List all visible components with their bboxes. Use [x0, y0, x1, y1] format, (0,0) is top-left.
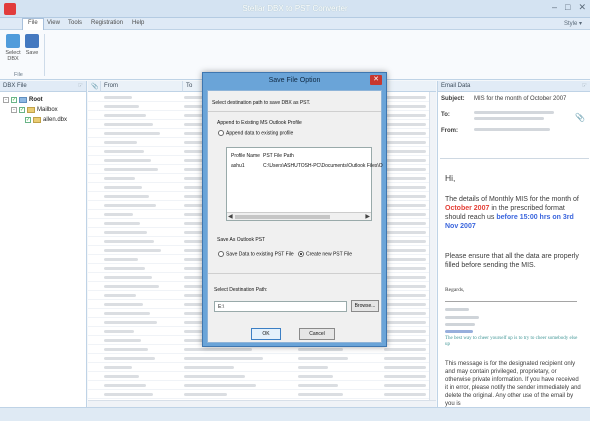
- dialog-close-icon[interactable]: ✕: [370, 75, 382, 85]
- save-file-dialog: Save File Option ✕ Select destination pa…: [202, 72, 387, 347]
- existing-pst-radio-button[interactable]: [218, 251, 224, 257]
- append-radio-button[interactable]: [218, 130, 224, 136]
- scroll-thumb[interactable]: [235, 215, 330, 219]
- append-radio[interactable]: Append data to existing profile: [218, 130, 293, 136]
- col-profile-name: Profile Name: [231, 153, 260, 159]
- save-group-label: Save As Outlook PST: [217, 237, 266, 243]
- ok-button[interactable]: OK: [251, 328, 281, 340]
- profile-list-scrollbar[interactable]: ◀ ▶: [227, 212, 371, 220]
- dest-path-input[interactable]: E:\: [214, 301, 347, 312]
- col-pst-path: PST File Path: [263, 153, 294, 159]
- new-pst-radio-button[interactable]: [298, 251, 304, 257]
- profile-list[interactable]: Profile Name PST File Path ashu1 C:\User…: [226, 147, 383, 221]
- existing-pst-radio[interactable]: Save Data to existing PST File: [218, 251, 294, 257]
- browse-button[interactable]: Browse...: [351, 300, 379, 312]
- new-pst-radio[interactable]: Create new PST File: [298, 251, 352, 257]
- append-radio-label: Append data to existing profile: [226, 130, 294, 137]
- dialog-intro: Select destination path to save DBX as P…: [212, 100, 311, 106]
- dest-path-label: Select Destination Path:: [214, 287, 268, 293]
- dialog-body: Select destination path to save DBX as P…: [207, 90, 383, 343]
- append-group-label: Append to Existing MS Outlook Profile: [217, 120, 302, 126]
- row-pst-path[interactable]: C:\Users\ASHUTOSH-PC\Documents\Outlook F…: [263, 163, 383, 169]
- row-profile-name[interactable]: ashu1: [231, 163, 245, 169]
- existing-pst-label: Save Data to existing PST File: [226, 251, 294, 258]
- dialog-title: Save File Option: [268, 77, 321, 84]
- scroll-right-icon[interactable]: ▶: [365, 213, 370, 220]
- divider: [208, 111, 381, 112]
- divider: [208, 273, 381, 274]
- new-pst-label: Create new PST File: [306, 251, 353, 258]
- cancel-button[interactable]: Cancel: [299, 328, 335, 340]
- scroll-left-icon[interactable]: ◀: [228, 213, 233, 220]
